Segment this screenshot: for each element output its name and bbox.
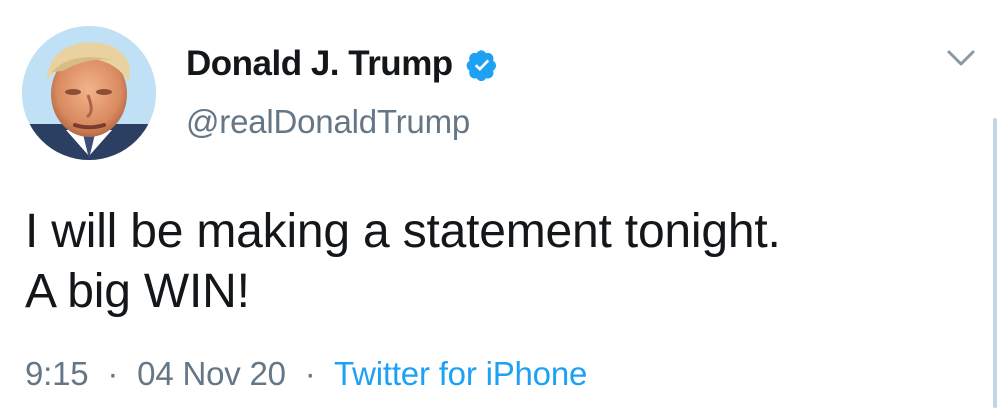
tweet-header: Donald J. Trump @realDonaldTrump bbox=[186, 44, 499, 141]
meta-separator: · bbox=[107, 355, 119, 392]
tweet-source-link[interactable]: Twitter for iPhone bbox=[334, 355, 587, 392]
meta-separator: · bbox=[304, 355, 316, 392]
tweet-card: Donald J. Trump @realDonaldTrump I will … bbox=[0, 0, 1000, 420]
tweet-date[interactable]: 04 Nov 20 bbox=[137, 355, 286, 392]
tweet-text: I will be making a statement tonight. A … bbox=[25, 205, 781, 318]
avatar-image bbox=[22, 26, 156, 160]
display-name[interactable]: Donald J. Trump bbox=[186, 44, 453, 84]
verified-badge-icon bbox=[465, 48, 499, 82]
tweet-time[interactable]: 9:15 bbox=[25, 355, 89, 392]
tweet-meta: 9:15 · 04 Nov 20 · Twitter for iPhone bbox=[25, 353, 587, 395]
display-name-row: Donald J. Trump bbox=[186, 44, 499, 84]
scroll-indicator[interactable] bbox=[993, 118, 997, 408]
chevron-down-icon[interactable] bbox=[944, 46, 978, 70]
user-handle[interactable]: @realDonaldTrump bbox=[186, 103, 499, 141]
avatar[interactable] bbox=[22, 26, 156, 160]
